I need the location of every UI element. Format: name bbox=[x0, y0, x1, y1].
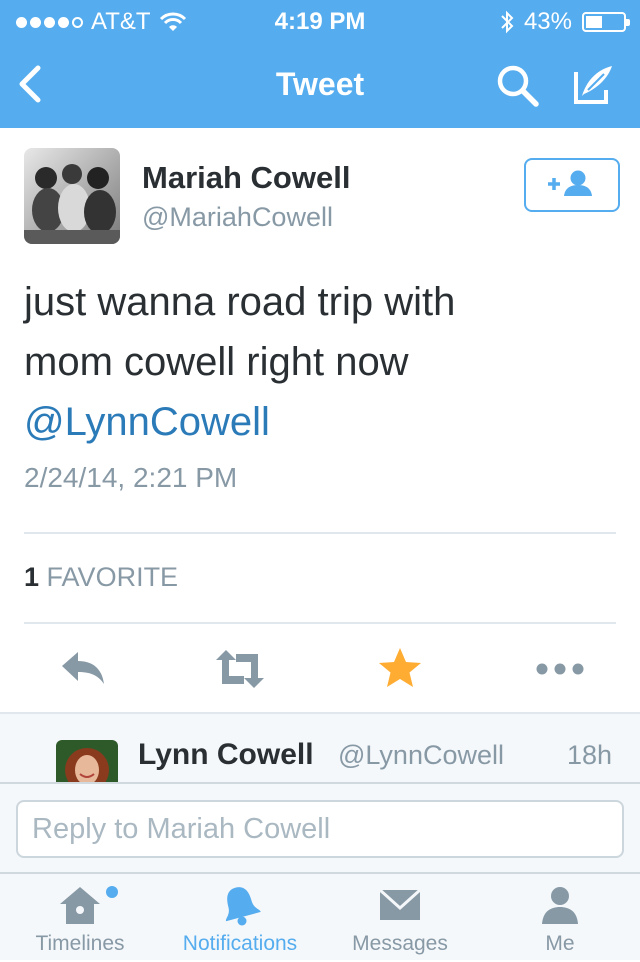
reply-preview[interactable]: Lynn Cowell @LynnCowell 18h bbox=[0, 712, 640, 784]
divider bbox=[24, 532, 616, 534]
author-name[interactable]: Mariah Cowell bbox=[142, 160, 350, 196]
compose-icon[interactable] bbox=[568, 60, 618, 110]
reply-time: 18h bbox=[566, 740, 612, 770]
header: AT&T 4:19 PM 43% Tweet bbox=[0, 0, 640, 128]
favorite-count-number: 1 bbox=[24, 562, 40, 592]
retweet-icon[interactable] bbox=[212, 644, 268, 694]
tab-label: Notifications bbox=[182, 932, 298, 955]
page-title: Tweet bbox=[275, 66, 365, 102]
tab-notifications[interactable]: Notifications bbox=[160, 874, 320, 962]
add-user-icon bbox=[548, 170, 592, 196]
search-icon[interactable] bbox=[492, 60, 542, 110]
reply-bar bbox=[0, 782, 640, 872]
favorite-count-label: FAVORITE bbox=[46, 562, 179, 592]
home-icon bbox=[60, 887, 100, 924]
tab-bar: Timelines Notifications Messages Me bbox=[0, 872, 640, 960]
person-icon bbox=[542, 887, 578, 924]
envelope-icon bbox=[378, 888, 422, 920]
new-content-dot bbox=[106, 886, 118, 898]
reply-author-name: Lynn Cowell bbox=[138, 738, 314, 771]
tab-label: Messages bbox=[352, 932, 448, 955]
bluetooth-icon bbox=[501, 10, 514, 34]
more-options-icon[interactable] bbox=[532, 644, 588, 694]
favorite-star-icon[interactable] bbox=[372, 644, 428, 694]
author-handle[interactable]: @MariahCowell bbox=[142, 202, 333, 233]
tweet-text-line: just wanna road trip with bbox=[24, 280, 456, 324]
tweet-text: just wanna road trip with mom cowell rig… bbox=[24, 272, 624, 452]
nav-bar: Tweet bbox=[0, 40, 640, 128]
battery-percent: 43% bbox=[523, 8, 572, 35]
tab-label: Me bbox=[545, 932, 575, 955]
mention-link[interactable]: @LynnCowell bbox=[24, 392, 624, 452]
reply-author-handle: @LynnCowell bbox=[338, 740, 504, 770]
tab-messages[interactable]: Messages bbox=[320, 874, 480, 962]
tab-timelines[interactable]: Timelines bbox=[0, 874, 160, 962]
status-bar: AT&T 4:19 PM 43% bbox=[0, 0, 640, 40]
author-avatar[interactable] bbox=[24, 148, 120, 244]
reply-author-avatar[interactable] bbox=[56, 740, 118, 784]
tab-label: Timelines bbox=[35, 932, 125, 955]
tweet-timestamp: 2/24/14, 2:21 PM bbox=[24, 462, 238, 493]
status-right: 43% bbox=[500, 8, 630, 36]
battery-icon bbox=[582, 12, 630, 32]
reply-input[interactable] bbox=[16, 800, 624, 858]
follow-button[interactable] bbox=[524, 158, 620, 212]
reply-icon[interactable] bbox=[56, 644, 112, 694]
divider bbox=[24, 622, 616, 624]
tab-me[interactable]: Me bbox=[480, 874, 640, 962]
tweet-text-line: mom cowell right now bbox=[24, 340, 409, 384]
bell-icon bbox=[225, 887, 261, 926]
favorite-count[interactable]: 1 FAVORITE bbox=[24, 562, 178, 593]
